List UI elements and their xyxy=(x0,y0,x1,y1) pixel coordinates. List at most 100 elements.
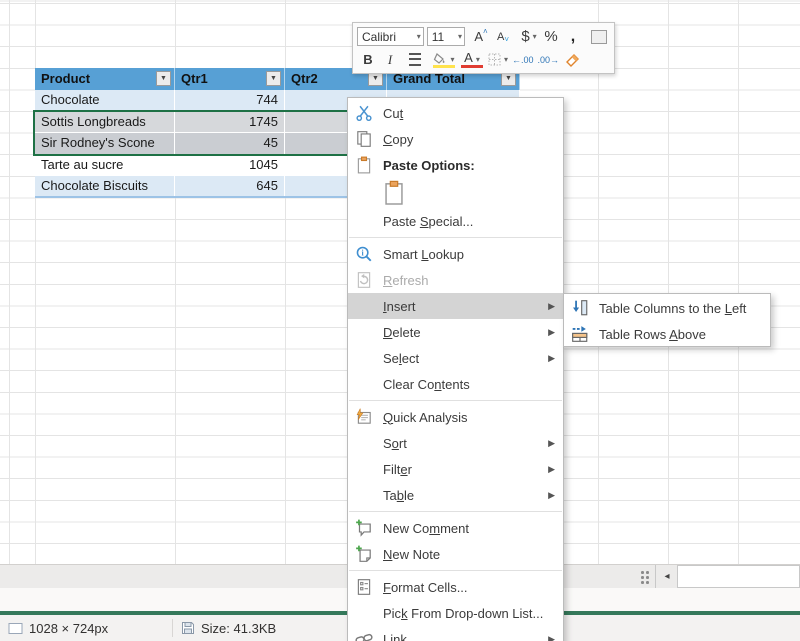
menu-item-new-comment[interactable]: New Comment xyxy=(348,515,563,541)
grid-column-line xyxy=(9,0,10,564)
column-header-label: Product xyxy=(41,71,90,86)
menu-item-label: Delete xyxy=(383,325,421,340)
italic-button[interactable]: I xyxy=(379,49,401,70)
bold-icon: B xyxy=(363,52,372,67)
menu-item-cut[interactable]: Cut xyxy=(348,100,563,126)
file-size-item: Size: 41.3KB xyxy=(181,615,276,641)
menu-item-clear-contents[interactable]: Clear Contents xyxy=(348,371,563,397)
font-size-dropdown[interactable]: 11 ▾ xyxy=(427,27,465,46)
submenu-item-table-rows-above[interactable]: Table Rows Above xyxy=(564,321,770,347)
bold-button[interactable]: B xyxy=(357,49,379,70)
table-cell[interactable]: 45 xyxy=(175,133,285,155)
submenu-arrow-icon: ▶ xyxy=(548,301,555,312)
menu-item-insert[interactable]: Insert▶ xyxy=(348,293,563,319)
menu-item-filter[interactable]: Filter▶ xyxy=(348,456,563,482)
borders-button[interactable]: ▾ xyxy=(486,49,510,70)
paste-icon xyxy=(383,180,405,206)
menu-item-copy[interactable]: Copy xyxy=(348,126,563,152)
paste-option-button[interactable] xyxy=(348,178,563,208)
header-filter-dropdown[interactable]: ▼ xyxy=(156,71,171,86)
menu-item-delete[interactable]: Delete▶ xyxy=(348,319,563,345)
link-icon xyxy=(355,630,373,641)
menu-item-table[interactable]: Table▶ xyxy=(348,482,563,508)
caret-up-icon: ˄ xyxy=(483,27,488,36)
menu-item-label: Pick From Drop-down List... xyxy=(383,606,543,621)
comma-icon: , xyxy=(571,28,575,46)
submenu-item-label: Table Columns to the Left xyxy=(599,301,746,316)
grow-font-button[interactable]: A˄ xyxy=(470,26,492,47)
caret-down-icon: ˅ xyxy=(504,35,509,44)
fill-color-button[interactable]: ▾ xyxy=(430,49,458,70)
scrollbar-track[interactable] xyxy=(677,565,800,588)
table-cell[interactable]: 1045 xyxy=(175,155,285,177)
menu-item-link[interactable]: Link▶ xyxy=(348,626,563,641)
status-divider xyxy=(172,619,173,637)
table-cell[interactable]: Chocolate xyxy=(35,90,175,112)
menu-item-sort[interactable]: Sort▶ xyxy=(348,430,563,456)
menu-item-quick-analysis[interactable]: Quick Analysis xyxy=(348,404,563,430)
menu-item-paste-options: Paste Options: xyxy=(348,152,563,178)
scrollbar-grip-dots[interactable] xyxy=(641,571,651,584)
chevron-down-icon: ▾ xyxy=(458,32,462,41)
menu-item-label: New Comment xyxy=(383,521,469,536)
menu-item-select[interactable]: Select▶ xyxy=(348,345,563,371)
table-cell[interactable]: 1745 xyxy=(175,112,285,134)
menu-item-pick-from-dropdown-list[interactable]: Pick From Drop-down List... xyxy=(348,600,563,626)
font-name-dropdown[interactable]: Calibri ▾ xyxy=(357,27,424,46)
excel-screenshot-stage: Product▼Qtr1▼Qtr2▼Grand Total▼ Chocolate… xyxy=(0,0,800,641)
percent-style-button[interactable]: % xyxy=(540,26,562,47)
format-painter-button[interactable] xyxy=(561,49,583,70)
chevron-down-icon: ▾ xyxy=(476,55,480,64)
scroll-left-button[interactable]: ◂ xyxy=(655,565,678,588)
menu-item-label: New Note xyxy=(383,547,440,562)
chevron-down-icon: ▾ xyxy=(417,32,421,41)
menu-item-label: Refresh xyxy=(383,273,429,288)
column-header-label: Qtr2 xyxy=(291,71,318,86)
merge-center-button[interactable] xyxy=(588,26,610,47)
smart-lookup-icon: i xyxy=(355,245,373,263)
submenu-item-table-columns-left[interactable]: Table Columns to the Left xyxy=(564,295,770,321)
chevron-down-icon: ▾ xyxy=(450,55,454,64)
mini-toolbar-row-2: B I ▾ A ▾ ▾ ←.00 xyxy=(357,48,610,71)
comma-style-button[interactable]: , xyxy=(562,26,584,47)
menu-item-format-cells[interactable]: Format Cells... xyxy=(348,574,563,600)
chevron-down-icon: ▾ xyxy=(504,55,508,64)
table-cell[interactable]: Chocolate Biscuits xyxy=(35,176,175,198)
menu-separator xyxy=(349,511,562,512)
decrease-decimal-icon: ←.00 xyxy=(512,55,534,65)
font-color-button[interactable]: A ▾ xyxy=(458,49,486,70)
shrink-font-button[interactable]: A˅ xyxy=(492,26,514,47)
grid-column-line xyxy=(668,0,669,564)
submenu-arrow-icon: ▶ xyxy=(548,634,555,641)
refresh-icon xyxy=(355,271,373,289)
menu-item-smart-lookup[interactable]: i Smart Lookup xyxy=(348,241,563,267)
scroll-left-arrow-icon: ◂ xyxy=(664,571,669,582)
image-dimensions-icon xyxy=(8,622,23,635)
menu-item-label: Select xyxy=(383,351,419,366)
table-cell[interactable]: Tarte au sucre xyxy=(35,155,175,177)
increase-decimal-button[interactable]: .00→ xyxy=(536,49,562,70)
decrease-decimal-button[interactable]: ←.00 xyxy=(510,49,536,70)
accounting-format-button[interactable]: $▾ xyxy=(518,26,540,47)
menu-item-label: Paste Special... xyxy=(383,214,473,229)
context-menu: CutCopyPaste Options: Paste Special... i Sm… xyxy=(347,97,564,641)
center-align-button[interactable] xyxy=(404,49,426,70)
mini-toolbar-row-1: Calibri ▾ 11 ▾ A˄ A˅ $▾ % , xyxy=(357,25,610,48)
menu-item-refresh[interactable]: Refresh xyxy=(348,267,563,293)
font-size-value: 11 xyxy=(432,30,444,44)
menu-item-new-note[interactable]: New Note xyxy=(348,541,563,567)
image-dimensions-text: 1028 × 724px xyxy=(29,621,108,636)
submenu-arrow-icon: ▶ xyxy=(548,438,555,449)
submenu-arrow-icon: ▶ xyxy=(548,490,555,501)
header-filter-dropdown[interactable]: ▼ xyxy=(266,71,281,86)
menu-item-paste-special[interactable]: Paste Special... xyxy=(348,208,563,234)
table-cell[interactable]: 744 xyxy=(175,90,285,112)
table-cell[interactable]: Sir Rodney's Scone xyxy=(35,133,175,155)
table-cell[interactable]: 645 xyxy=(175,176,285,198)
italic-icon: I xyxy=(388,52,392,68)
menu-separator xyxy=(349,570,562,571)
font-color-letter: A xyxy=(464,50,473,65)
menu-item-label: Smart Lookup xyxy=(383,247,464,262)
table-cell[interactable]: Sottis Longbreads xyxy=(35,112,175,134)
font-name-value: Calibri xyxy=(362,30,396,44)
